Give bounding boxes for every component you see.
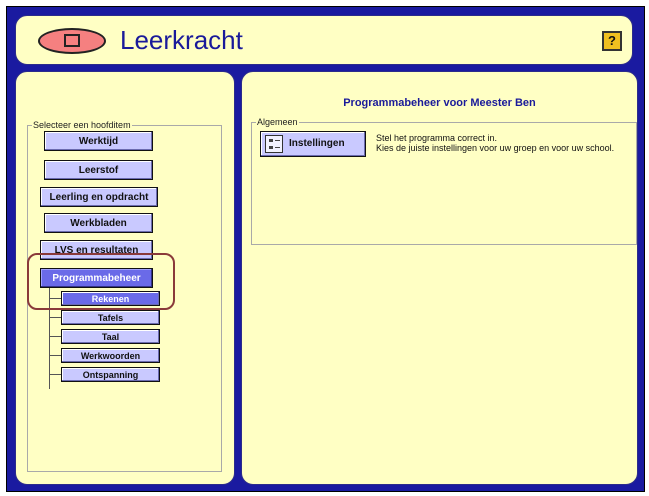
stop-icon [64, 34, 80, 47]
menu-item-werkbladen[interactable]: Werkbladen [44, 213, 153, 233]
tree-line-branch [49, 336, 61, 337]
app-window: Leerkracht ? Selecteer een hoofditem Wer… [6, 6, 645, 492]
submenu-item-werkwoorden[interactable]: Werkwoorden [61, 348, 160, 363]
panel-heading: Programmabeheer voor Meester Ben [343, 97, 536, 109]
menu-item-programmabeheer[interactable]: Programmabeheer [40, 268, 153, 288]
description-line-1: Stel het programma correct in. [376, 133, 498, 143]
help-button[interactable]: ? [602, 31, 622, 51]
header-bar: Leerkracht ? [15, 15, 633, 65]
submenu-item-tafels[interactable]: Tafels [61, 310, 160, 325]
submenu-item-ontspanning[interactable]: Ontspanning [61, 367, 160, 382]
right-panel: Programmabeheer voor Meester Ben Algemee… [241, 71, 638, 485]
instellingen-button[interactable]: Instellingen [260, 131, 366, 157]
settings-description: Stel het programma correct in. Kies de j… [376, 133, 614, 153]
tree-line-branch [49, 374, 61, 375]
page-title: Leerkracht [120, 25, 243, 55]
menu-item-lvs-en-resultaten[interactable]: LVS en resultaten [40, 240, 153, 260]
general-settings-group: Algemeen Instellingen Stel het programma… [251, 116, 637, 245]
menu-item-leerstof[interactable]: Leerstof [44, 160, 153, 180]
instellingen-label: Instellingen [289, 138, 345, 149]
settings-icon [265, 135, 283, 153]
tree-line-branch [49, 355, 61, 356]
description-line-2: Kies de juiste instellingen voor uw groe… [376, 143, 615, 153]
tree-line-branch [49, 317, 61, 318]
general-group-label: Algemeen [256, 116, 299, 128]
left-panel: Selecteer een hoofditem Werktijd Leersto… [15, 71, 235, 485]
menu-item-leerling-en-opdracht[interactable]: Leerling en opdracht [40, 187, 158, 207]
menu-item-werktijd[interactable]: Werktijd [44, 131, 153, 151]
main-menu-group-label: Selecteer een hoofditem [32, 119, 132, 131]
back-button[interactable] [38, 28, 106, 54]
submenu-item-taal[interactable]: Taal [61, 329, 160, 344]
submenu-item-rekenen[interactable]: Rekenen [61, 291, 160, 306]
tree-line-branch [49, 298, 61, 299]
